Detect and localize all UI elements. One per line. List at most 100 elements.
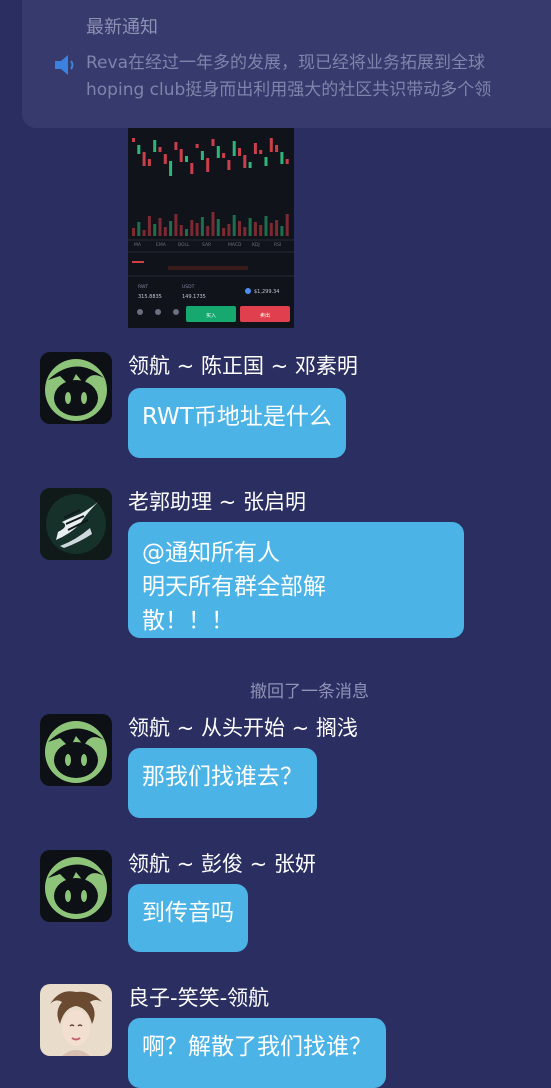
candle [253, 143, 257, 154]
svg-text:SAR: SAR [202, 242, 211, 248]
svg-text:卖出: 卖出 [260, 312, 270, 319]
candle [195, 144, 199, 148]
volume-bar [142, 230, 146, 236]
candle [174, 142, 178, 150]
message-bubble[interactable]: RWT币地址是什么 [128, 388, 346, 458]
candle [211, 139, 215, 146]
avatar[interactable] [40, 984, 112, 1056]
volume-bar [248, 218, 252, 236]
volume-bar [216, 219, 220, 236]
candle [190, 163, 194, 174]
volume-bar [174, 214, 178, 236]
green-hair-face-icon [40, 850, 112, 922]
message-bubble[interactable]: @通知所有人 明天所有群全部解 散！！！ [128, 522, 464, 638]
volume-bar [169, 221, 173, 236]
volume-bar [227, 224, 231, 236]
candle [142, 152, 146, 166]
avatar[interactable] [40, 714, 112, 786]
volume-bar [232, 215, 236, 236]
volume-bar [158, 218, 162, 236]
svg-text:RSI: RSI [274, 242, 281, 248]
svg-text:EMA: EMA [156, 242, 167, 248]
candle [206, 158, 210, 172]
volume-bar [222, 228, 226, 236]
volume-bar [211, 212, 215, 236]
speaker-icon [55, 55, 74, 75]
candle [285, 159, 289, 164]
candle [232, 141, 236, 156]
candle [147, 159, 151, 166]
volume-bar [243, 227, 247, 236]
candle [243, 155, 247, 168]
asset-label-usdt: USDT [182, 284, 195, 290]
candle [158, 147, 162, 152]
candle [259, 150, 263, 154]
message-line: 明天所有群全部解 [142, 574, 326, 600]
wing-logo-icon [40, 488, 112, 560]
svg-text:BOLL: BOLL [178, 242, 190, 248]
candle [248, 162, 252, 168]
sender-name: 领航 ~ 从头开始 ~ 搁浅 [128, 716, 358, 740]
volume-bar [259, 225, 263, 236]
volume-bar [200, 217, 204, 236]
volume-bar [285, 214, 289, 236]
volume-bar [238, 221, 241, 236]
message-bubble[interactable]: 那我们找谁去？ [128, 748, 317, 818]
indicator-tabs[interactable]: MA EMA BOLL SAR MACD KDJ RSI [134, 242, 281, 248]
recall-notice: 撤回了一条消息 [250, 682, 369, 702]
candle [185, 156, 188, 162]
candle [280, 152, 284, 164]
candle [227, 160, 231, 170]
notice-text-line1: Reva在经过一年多的发展，现已经将业务拓展到全球 [86, 53, 485, 73]
volume-bar [153, 224, 157, 236]
candle [200, 151, 204, 160]
volume-bar [253, 222, 257, 236]
svg-text:买入: 买入 [206, 312, 216, 319]
avatar[interactable] [40, 352, 112, 424]
candle [222, 153, 226, 158]
asset-label-rwt: RWT [138, 284, 148, 290]
volume-bar [132, 228, 135, 236]
candle [238, 148, 241, 156]
avatar[interactable] [40, 850, 112, 922]
volume-bar [163, 227, 167, 236]
asset-value-usdt: 149.1735 [182, 294, 206, 300]
candle [216, 146, 220, 158]
sender-name: 老郭助理 ~ 张启明 [128, 490, 306, 514]
volume-bar [185, 229, 188, 236]
candle [132, 138, 135, 142]
woman-portrait-icon [40, 984, 112, 1056]
asset-value-rwt: 315.8835 [138, 294, 162, 300]
avatar[interactable] [40, 488, 112, 560]
sender-name: 领航 ~ 陈正国 ~ 邓素明 [128, 354, 358, 378]
candle [264, 157, 268, 166]
candle [169, 161, 173, 176]
svg-text:MACD: MACD [228, 242, 242, 248]
candle [163, 154, 167, 164]
volume-bar [147, 216, 151, 236]
candle [269, 138, 273, 152]
volume-bar [190, 220, 194, 236]
volume-bar [264, 216, 268, 236]
sender-name: 领航 ~ 彭俊 ~ 张妍 [128, 852, 316, 876]
green-hair-face-icon [40, 352, 112, 424]
green-hair-face-icon [40, 714, 112, 786]
svg-text:MA: MA [134, 242, 142, 248]
message-bubble[interactable]: 啊？解散了我们找谁？ [128, 1018, 386, 1088]
volume-bar [137, 222, 141, 236]
volume-bar [280, 226, 284, 236]
volume-bar [179, 225, 183, 236]
candle [275, 145, 279, 152]
notice-title: 最新通知 [86, 17, 158, 38]
volume-bar [275, 220, 279, 236]
notice-text-line2: hoping club挺身而出利用强大的社区共识带动多个领 [86, 80, 492, 100]
candle [137, 145, 141, 154]
candle [179, 149, 183, 162]
notice-bar[interactable]: 最新通知 Reva在经过一年多的发展，现已经将业务拓展到全球 hoping cl… [22, 0, 551, 128]
volume-bar [195, 223, 199, 236]
candle [153, 140, 157, 152]
message-bubble[interactable]: 到传音吗 [128, 884, 248, 952]
trading-screenshot-image[interactable]: MA EMA BOLL SAR MACD KDJ RSI RWT USDT 31… [128, 128, 294, 328]
volume-bar [269, 223, 273, 236]
svg-text:KDJ: KDJ [252, 242, 260, 248]
